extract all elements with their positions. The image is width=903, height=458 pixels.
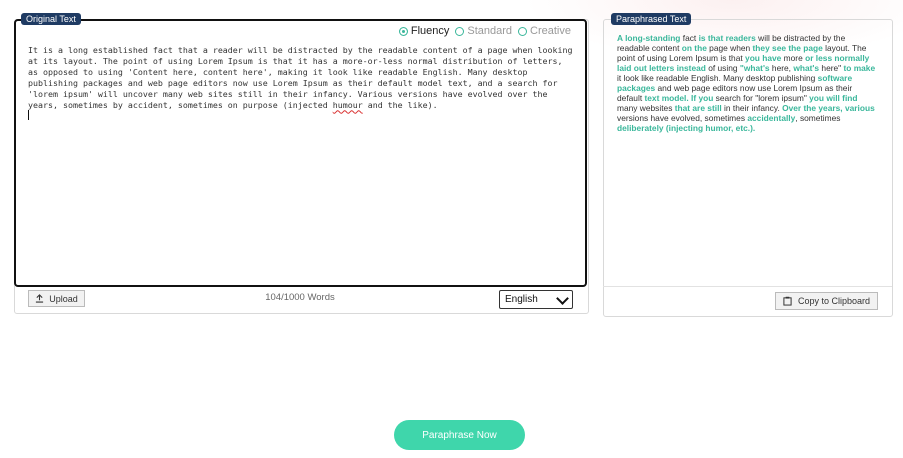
- changed-phrase: "what's: [739, 62, 770, 73]
- text-segment: fact: [680, 33, 699, 43]
- mode-selector: Fluency Standard Creative: [398, 25, 571, 37]
- text-segment: , sometimes: [795, 112, 841, 123]
- text-segment: It is a long established fact that a rea…: [28, 45, 573, 111]
- text-segment: it look like readable English. Many desk…: [617, 72, 818, 83]
- original-text-content[interactable]: It is a long established fact that a rea…: [28, 45, 573, 112]
- changed-phrase: to make: [843, 62, 876, 73]
- upload-icon: [36, 294, 44, 303]
- changed-phrase: you have: [745, 52, 782, 63]
- paraphrased-text-content: A long-standing fact is that readers wil…: [617, 33, 879, 134]
- text-caret: [28, 110, 29, 120]
- mode-standard[interactable]: Standard: [455, 25, 512, 37]
- changed-phrase: deliberately (injecting humor, etc.).: [617, 122, 756, 133]
- original-text-area[interactable]: Fluency Standard Creative It is a long e…: [14, 19, 587, 287]
- mode-creative[interactable]: Creative: [518, 25, 571, 37]
- chevron-down-icon: [556, 292, 569, 305]
- text-segment: and the like).: [362, 100, 438, 111]
- changed-phrase: is that readers: [698, 33, 756, 43]
- changed-phrase: on the: [681, 42, 707, 53]
- mode-label: Creative: [530, 25, 571, 37]
- text-segment: here,: [769, 62, 794, 73]
- changed-phrase: they see the page: [752, 42, 823, 53]
- text-segment: page when: [706, 42, 753, 53]
- upload-label: Upload: [49, 293, 78, 304]
- changed-phrase: accidentally: [747, 112, 796, 123]
- mode-label: Standard: [467, 25, 513, 37]
- clipboard-icon: [783, 296, 792, 306]
- misspelled-word: humour: [332, 100, 363, 111]
- mode-fluency[interactable]: Fluency: [398, 25, 450, 37]
- upload-button[interactable]: Upload: [28, 290, 85, 307]
- text-segment: in their infancy.: [721, 102, 783, 113]
- original-text-label: Original Text: [21, 13, 81, 25]
- radio-icon: [455, 26, 465, 36]
- copy-to-clipboard-button[interactable]: Copy to Clipboard: [775, 292, 878, 310]
- changed-phrase: A long-standing: [617, 33, 681, 43]
- copy-label: Copy to Clipboard: [797, 296, 871, 306]
- paraphrased-text-label: Paraphrased Text: [611, 13, 692, 25]
- paraphrase-now-button[interactable]: Paraphrase Now: [394, 420, 525, 450]
- changed-phrase: you will find: [809, 92, 858, 103]
- language-value: English: [505, 294, 538, 305]
- text-segment: search for "lorem ipsum": [713, 92, 810, 103]
- text-segment: versions have evolved, sometimes: [617, 112, 748, 123]
- changed-phrase: what's: [793, 62, 820, 73]
- mode-label: Fluency: [410, 25, 450, 37]
- changed-phrase: text model. If you: [644, 92, 714, 103]
- changed-phrase: Over the years, various: [782, 102, 875, 113]
- language-select[interactable]: English: [499, 290, 573, 309]
- paraphrased-divider: [603, 286, 892, 287]
- text-segment: here": [819, 62, 844, 73]
- text-segment: more: [781, 52, 806, 63]
- text-segment: of using: [705, 62, 740, 73]
- text-segment: many websites: [617, 102, 675, 113]
- changed-phrase: that are still: [674, 102, 722, 113]
- radio-icon: [518, 26, 528, 36]
- word-count: 104/1000 Words: [265, 292, 335, 303]
- radio-icon: [398, 26, 408, 36]
